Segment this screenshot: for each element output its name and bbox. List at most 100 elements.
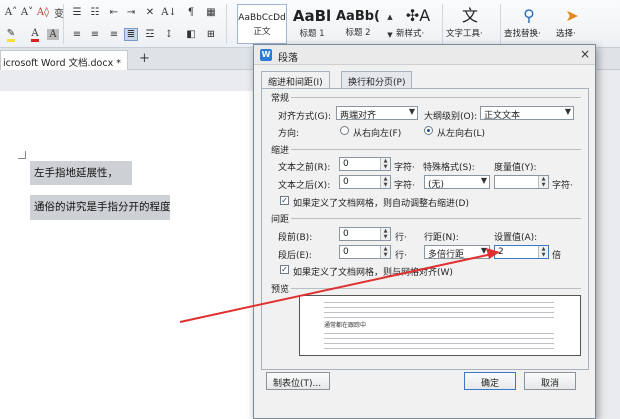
document-tab-title: icrosoft Word 文档.docx * <box>3 58 121 69</box>
text-tools-button[interactable]: 文 文字工具· <box>446 5 494 39</box>
spinner-icon[interactable]: ▲ ▼ <box>380 246 390 258</box>
snap-grid-label: 如果定义了文档网格，则与网格对齐(W) <box>293 268 453 278</box>
char-shading-icon[interactable]: A <box>46 28 60 41</box>
ltr-radio[interactable] <box>424 126 433 135</box>
align-right-icon[interactable]: ≡ <box>107 28 121 41</box>
tabs-button[interactable]: 制表位(T)... <box>266 372 330 390</box>
font-shrink-icon[interactable]: A˅ <box>20 6 34 19</box>
ok-button[interactable]: 确定 <box>464 372 516 390</box>
font-grow-icon[interactable]: A˄ <box>4 6 18 19</box>
line-spacing-value: 多倍行距 <box>428 250 465 260</box>
indent-before-label: 文本之前(R): <box>278 163 331 173</box>
show-marks-icon[interactable]: ¶ <box>184 6 198 19</box>
ltr-label: 从左向右(L) <box>437 129 486 139</box>
find-replace-button[interactable]: ⚲ 查找替换· <box>504 5 554 39</box>
indent-before-value: 0 <box>343 159 349 169</box>
cancel-button[interactable]: 取消 <box>524 372 576 390</box>
wps-logo-icon: W <box>260 49 272 61</box>
set-value-input[interactable]: 2 ▲ ▼ <box>494 245 549 259</box>
justify-icon[interactable]: ≣ <box>124 28 138 41</box>
spinner-icon[interactable]: ▲ ▼ <box>380 228 390 240</box>
document-tab[interactable]: icrosoft Word 文档.docx * <box>0 50 128 70</box>
clear-format-icon[interactable]: A◊ <box>36 6 50 19</box>
dropdown-arrow-icon: ▼ <box>480 246 487 255</box>
select-label: 选择· <box>556 29 576 39</box>
align-left-icon[interactable]: ≡ <box>70 28 84 41</box>
space-after-unit[interactable]: 行· <box>395 248 407 261</box>
indent-after-label: 文本之后(X): <box>278 181 331 191</box>
outline-level-label: 大纲级别(O): <box>424 112 478 122</box>
space-after-label: 段后(E): <box>278 251 312 261</box>
measure-unit[interactable]: 字符· <box>552 178 573 191</box>
line-spacing-label: 行距(N): <box>424 233 459 243</box>
space-after-value: 0 <box>343 247 349 257</box>
ribbon-toolbar: A˄ A˅ A◊ 变 ✎ A A ☰ ☷ ⇤ ⇥ ✕ A↓ ¶ ▦ ≡ ≡ ≡ … <box>0 0 620 48</box>
sort-icon[interactable]: A↓ <box>161 6 177 19</box>
decrease-indent-icon[interactable]: ⇤ <box>107 6 121 19</box>
tab-line-page-breaks[interactable]: 换行和分页(P) <box>341 71 413 88</box>
shading-icon[interactable]: ◧ <box>184 28 198 41</box>
snap-grid-checkbox[interactable]: ✓ <box>280 265 289 274</box>
indent-before-unit[interactable]: 字符· <box>394 160 415 173</box>
style-normal-label: 正文 <box>253 27 271 37</box>
space-after-input[interactable]: 0 ▲ ▼ <box>339 245 391 259</box>
spinner-icon[interactable]: ▲ ▼ <box>380 158 390 170</box>
space-before-input[interactable]: 0 ▲ ▼ <box>339 227 391 241</box>
measure-input[interactable]: ▲ ▼ <box>494 175 549 189</box>
divider <box>291 149 581 150</box>
new-style-button[interactable]: ✣A 新样式· <box>396 5 440 39</box>
special-format-select[interactable]: (无) ▼ <box>424 175 490 190</box>
rtl-radio[interactable] <box>340 126 349 135</box>
special-format-value: (无) <box>428 180 445 190</box>
dropdown-arrow-icon: ▼ <box>480 176 487 185</box>
section-preview-header: 预览 <box>271 285 290 295</box>
select-button[interactable]: ➤ 选择· <box>556 5 588 39</box>
separator <box>226 4 227 44</box>
borders-icon[interactable]: ⊞ <box>204 28 218 41</box>
line-spacing-icon[interactable]: ↕ <box>162 28 176 41</box>
indent-after-unit[interactable]: 字符· <box>394 178 415 191</box>
indent-before-input[interactable]: 0 ▲ ▼ <box>339 157 391 171</box>
spinner-icon[interactable]: ▲ ▼ <box>538 176 548 188</box>
tab-indent-spacing[interactable]: 缩进和间距(I) <box>261 71 330 89</box>
indent-after-input[interactable]: 0 ▲ ▼ <box>339 175 391 189</box>
preview-line <box>324 307 554 308</box>
line-spacing-select[interactable]: 多倍行距 ▼ <box>424 245 490 260</box>
preview-line <box>324 317 554 318</box>
special-format-label: 特殊格式(S): <box>423 163 475 173</box>
close-icon[interactable]: × <box>580 47 590 61</box>
distributed-icon[interactable]: ☲ <box>143 28 157 41</box>
selected-text-line[interactable]: 通俗的讲究是手指分开的程度 <box>30 195 171 220</box>
add-tab-icon[interactable]: + <box>139 51 150 66</box>
find-replace-label: 查找替换· <box>504 29 541 39</box>
spinner-icon[interactable]: ▲ ▼ <box>380 176 390 188</box>
style-heading-1-label: 标题 1 <box>299 29 325 39</box>
font-color-icon[interactable]: A <box>28 28 42 42</box>
styles-scroll-down-icon[interactable]: ▼ <box>383 28 397 41</box>
numbering-icon[interactable]: ☷ <box>88 6 102 19</box>
selected-text-line[interactable]: 左手指地延展性， <box>30 161 132 185</box>
dialog-titlebar[interactable]: W 段落 × <box>254 45 595 65</box>
set-value-value: 2 <box>498 247 504 257</box>
styles-scroll-up-icon[interactable]: ▲ <box>383 10 397 23</box>
auto-adjust-label: 如果定义了文档网格，则自动调整右缩进(D) <box>293 199 469 209</box>
style-normal[interactable]: AaBbCcDd 正文 <box>237 4 287 44</box>
spinner-icon[interactable]: ▲ ▼ <box>538 246 548 258</box>
bullets-icon[interactable]: ☰ <box>70 6 84 19</box>
table-tools-icon[interactable]: ▦ <box>204 6 218 19</box>
highlight-icon[interactable]: ✎ <box>4 28 18 42</box>
dialog-title: 段落 <box>278 53 298 64</box>
style-heading-1[interactable]: AaBl 标题 1 <box>290 4 334 44</box>
style-heading-2[interactable]: AaBb( 标题 2 <box>336 4 380 44</box>
chinese-layout-icon[interactable]: ✕ <box>143 6 157 19</box>
increase-indent-icon[interactable]: ⇥ <box>124 6 138 19</box>
section-spacing-header: 间距 <box>271 215 290 225</box>
indent-after-value: 0 <box>343 177 349 187</box>
new-style-label: 新样式· <box>396 29 425 39</box>
auto-adjust-checkbox[interactable]: ✓ <box>280 196 289 205</box>
align-center-icon[interactable]: ≡ <box>88 28 102 41</box>
align-select[interactable]: 两端对齐 ▼ <box>336 106 418 121</box>
space-before-unit[interactable]: 行· <box>395 230 407 243</box>
paragraph-dialog: W 段落 × 缩进和间距(I) 换行和分页(P) 常规 对齐方式(G): 两端对… <box>253 44 596 419</box>
outline-level-select[interactable]: 正文文本 ▼ <box>480 106 574 121</box>
